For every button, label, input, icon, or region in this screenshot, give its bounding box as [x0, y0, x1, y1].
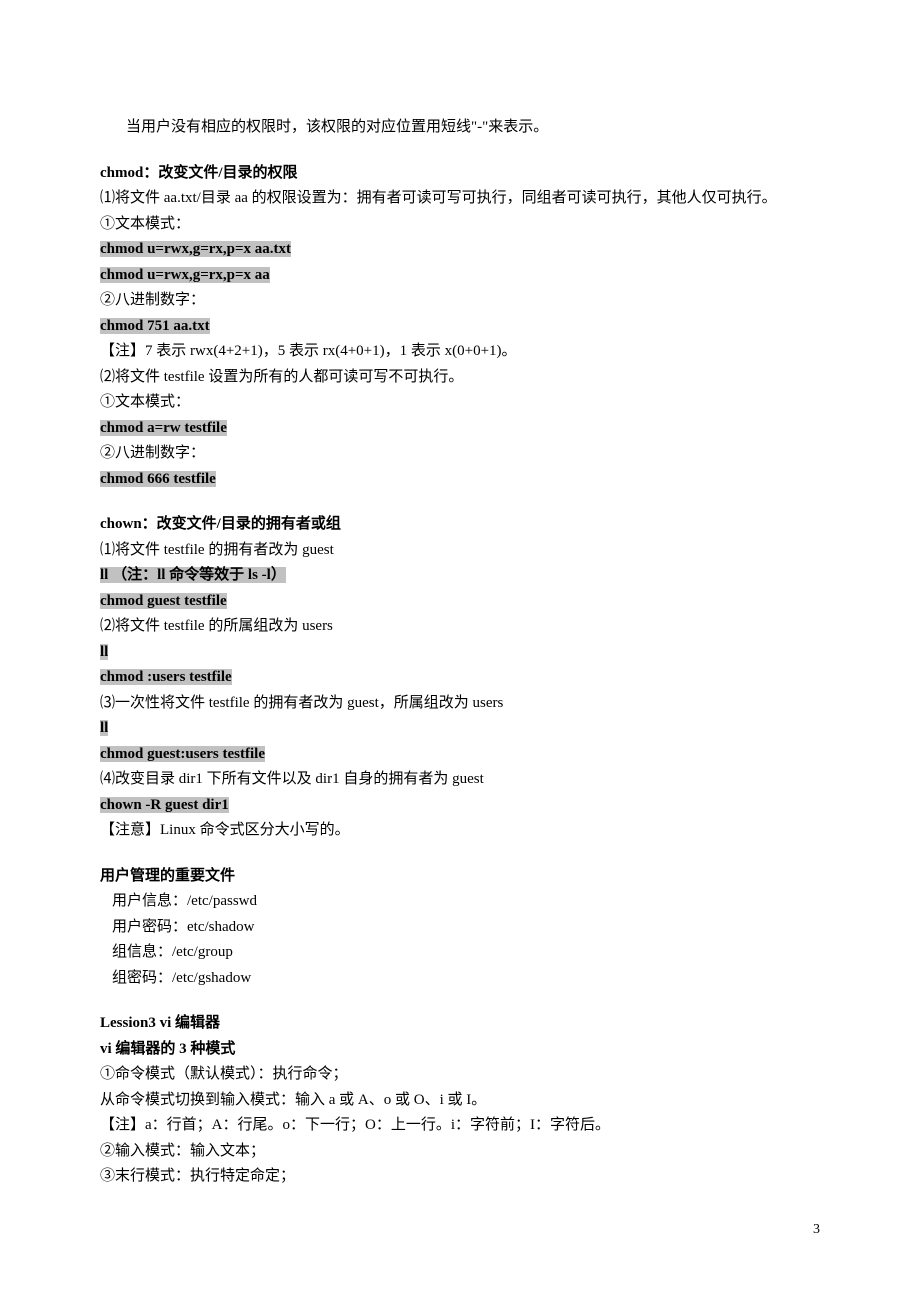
chown-cmd-1: ll （注：ll 命令等效于 ls -l）	[100, 563, 820, 589]
chown-note: 【注意】Linux 命令式区分大小写的。	[100, 818, 820, 844]
chown-desc-2: ⑵将文件 testfile 的所属组改为 users	[100, 614, 820, 640]
vi-note: 【注】a：行首；A：行尾。o：下一行；O：上一行。i：字符前；I：字符后。	[100, 1113, 820, 1139]
chmod-mode-octal: ②八进制数字：	[100, 288, 820, 314]
chmod-mode-octal-2: ②八进制数字：	[100, 441, 820, 467]
chown-desc-1: ⑴将文件 testfile 的拥有者改为 guest	[100, 538, 820, 564]
vi-mode-3: ③末行模式：执行特定命定；	[100, 1164, 820, 1190]
chmod-note: 【注】7 表示 rwx(4+2+1)，5 表示 rx(4+0+1)，1 表示 x…	[100, 339, 820, 365]
chown-cmd-2: chmod guest testfile	[100, 589, 820, 615]
chown-cmd-6: chmod guest:users testfile	[100, 742, 820, 768]
chmod-desc-2: ⑵将文件 testfile 设置为所有的人都可读可写不可执行。	[100, 365, 820, 391]
vi-mode-2: ②输入模式：输入文本；	[100, 1139, 820, 1165]
chmod-cmd-4: chmod a=rw testfile	[100, 416, 820, 442]
files-passwd: 用户信息：/etc/passwd	[100, 889, 820, 915]
chown-desc-4: ⑷改变目录 dir1 下所有文件以及 dir1 自身的拥有者为 guest	[100, 767, 820, 793]
chown-cmd-5: ll	[100, 716, 820, 742]
files-shadow: 用户密码：etc/shadow	[100, 915, 820, 941]
vi-switch: 从命令模式切换到输入模式：输入 a 或 A、o 或 O、i 或 I。	[100, 1088, 820, 1114]
chmod-mode-text-2: ①文本模式：	[100, 390, 820, 416]
chmod-title: chmod：改变文件/目录的权限	[100, 161, 820, 187]
chown-cmd-3: ll	[100, 640, 820, 666]
chmod-mode-text: ①文本模式：	[100, 212, 820, 238]
chown-desc-3: ⑶一次性将文件 testfile 的拥有者改为 guest，所属组改为 user…	[100, 691, 820, 717]
chmod-cmd-1: chmod u=rwx,g=rx,p=x aa.txt	[100, 237, 820, 263]
files-title: 用户管理的重要文件	[100, 864, 820, 890]
files-group: 组信息：/etc/group	[100, 940, 820, 966]
chown-title: chown：改变文件/目录的拥有者或组	[100, 512, 820, 538]
chown-cmd-7: chown -R guest dir1	[100, 793, 820, 819]
chmod-cmd-5: chmod 666 testfile	[100, 467, 820, 493]
files-gshadow: 组密码：/etc/gshadow	[100, 966, 820, 992]
chown-cmd-4: chmod :users testfile	[100, 665, 820, 691]
intro-text: 当用户没有相应的权限时，该权限的对应位置用短线"-"来表示。	[100, 115, 820, 141]
vi-mode-1: ①命令模式（默认模式）：执行命令；	[100, 1062, 820, 1088]
vi-title-1: Lession3 vi 编辑器	[100, 1011, 820, 1037]
vi-title-2: vi 编辑器的 3 种模式	[100, 1037, 820, 1063]
chmod-cmd-3: chmod 751 aa.txt	[100, 314, 820, 340]
chmod-desc-1: ⑴将文件 aa.txt/目录 aa 的权限设置为：拥有者可读可写可执行，同组者可…	[100, 186, 820, 212]
chmod-cmd-2: chmod u=rwx,g=rx,p=x aa	[100, 263, 820, 289]
page-number: 3	[813, 1218, 820, 1242]
